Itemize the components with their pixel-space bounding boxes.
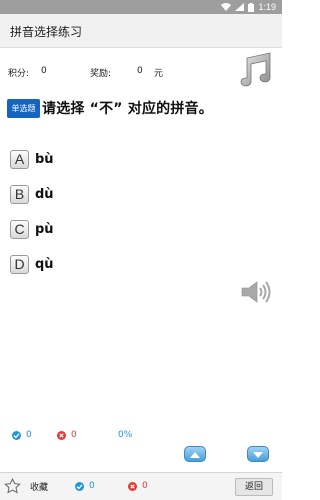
reward-value: 0 xyxy=(137,66,143,76)
bottom-correct-value: 0 xyxy=(89,481,95,491)
arrow-up-icon xyxy=(190,452,200,458)
points-value: 0 xyxy=(41,66,47,76)
status-icons: 1:19 xyxy=(221,1,276,13)
page-title: 拼音选择练习 xyxy=(10,25,83,39)
reward-unit: 元 xyxy=(154,69,164,79)
cross-icon xyxy=(57,430,66,440)
option-text: bù xyxy=(35,151,54,167)
stats-bar: 0 0 0% xyxy=(0,428,282,444)
bottom-wrong-count: 0 xyxy=(128,481,148,491)
option-text: pù xyxy=(35,221,54,237)
battery-icon xyxy=(248,2,255,12)
points-label: 积分: xyxy=(8,69,30,79)
reward-label: 奖励: xyxy=(90,69,112,79)
question-type-badge: 单选题 xyxy=(7,99,40,118)
option-d[interactable]: D qù xyxy=(10,253,210,275)
option-text: dù xyxy=(35,186,54,202)
check-icon xyxy=(75,481,84,491)
accuracy-rate: 0% xyxy=(118,430,132,440)
arrow-down-icon xyxy=(253,452,263,458)
next-question-button[interactable] xyxy=(247,446,269,462)
check-icon xyxy=(12,430,21,440)
correct-count-value: 0 xyxy=(26,430,32,440)
previous-question-button[interactable] xyxy=(184,446,206,462)
favorite-button[interactable]: 收藏 xyxy=(4,478,48,494)
option-key: C xyxy=(10,219,29,239)
signal-icon xyxy=(235,3,245,11)
music-note-icon[interactable] xyxy=(234,52,274,88)
wrong-count: 0 xyxy=(57,430,77,440)
wifi-icon xyxy=(221,3,232,11)
favorite-label: 收藏 xyxy=(30,482,49,493)
back-button[interactable]: 返回 xyxy=(235,478,273,496)
status-bar: 1:19 xyxy=(0,0,282,14)
cross-icon xyxy=(128,481,137,491)
speaker-icon[interactable] xyxy=(240,280,272,304)
correct-count: 0 xyxy=(12,430,32,440)
app-header: 拼音选择练习 xyxy=(0,14,282,48)
wrong-count-value: 0 xyxy=(71,430,77,440)
option-key: D xyxy=(10,254,29,274)
status-time: 1:19 xyxy=(258,2,276,12)
star-outline-icon xyxy=(4,478,21,494)
bottom-correct-count: 0 xyxy=(75,481,95,491)
option-c[interactable]: C pù xyxy=(10,218,210,240)
option-key: A xyxy=(10,149,29,169)
accuracy-rate-value: 0% xyxy=(118,430,133,440)
question-text: 请选择 “不” 对应的拼音。 xyxy=(42,101,213,117)
option-key: B xyxy=(10,184,29,204)
option-a[interactable]: A bù xyxy=(10,148,210,170)
option-text: qù xyxy=(35,256,54,272)
option-b[interactable]: B dù xyxy=(10,183,210,205)
bottom-wrong-value: 0 xyxy=(142,481,148,491)
